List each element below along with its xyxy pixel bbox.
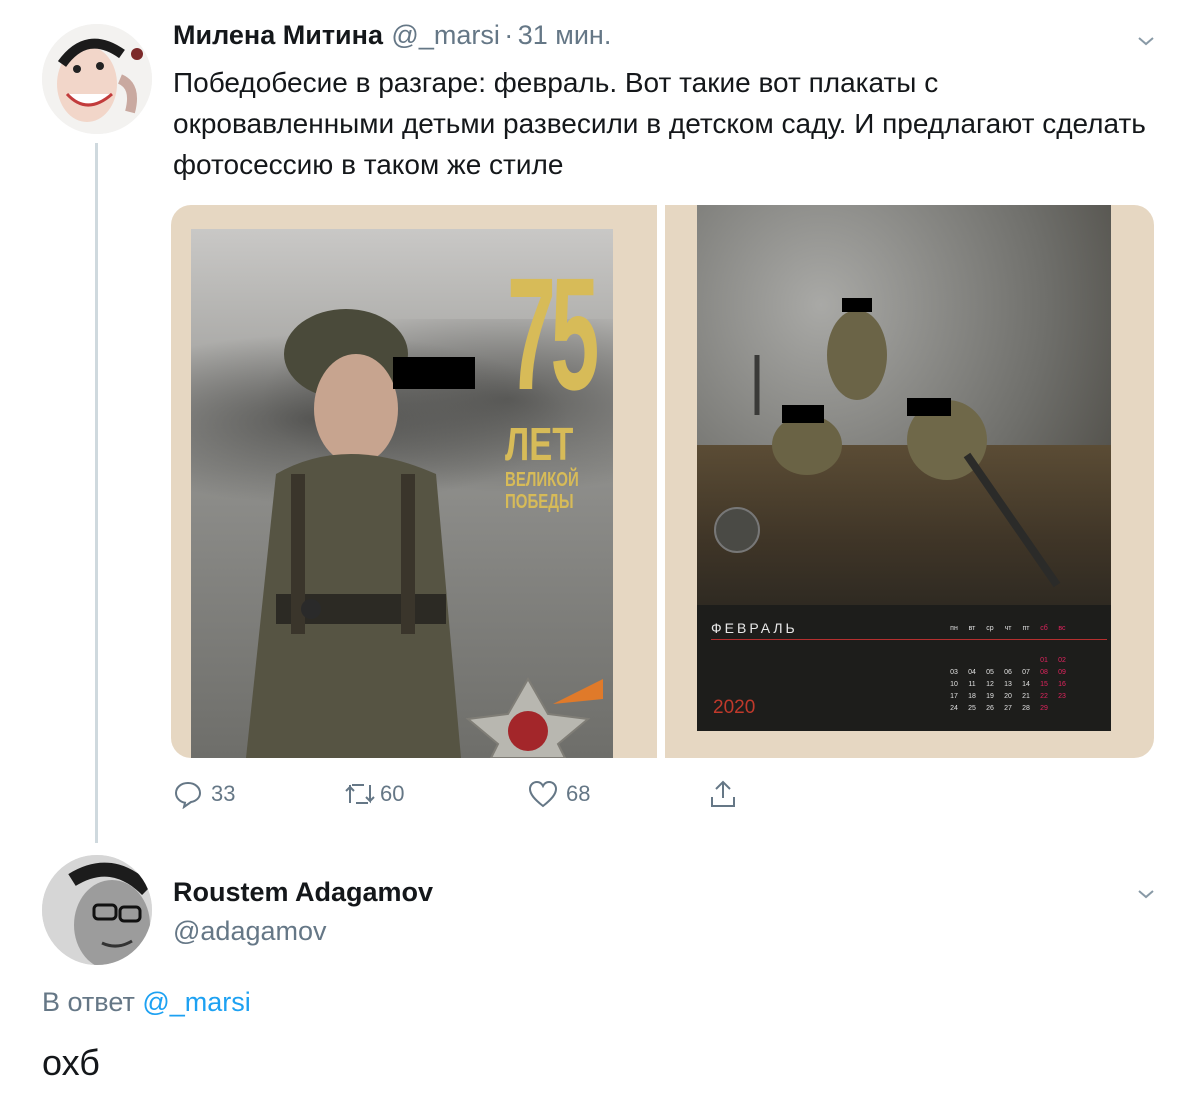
author-name[interactable]: Roustem Adagamov	[173, 877, 433, 908]
chevron-down-icon[interactable]	[1137, 885, 1155, 903]
calendar-day: 06	[1004, 669, 1012, 676]
media-left-poster: 75 ЛЕТ ВЕЛИКОЙ ПОБЕДЫ	[191, 229, 613, 758]
calendar-day: 23	[1058, 693, 1066, 700]
author-handle[interactable]: @adagamov	[173, 916, 327, 947]
share-icon	[711, 780, 735, 807]
calendar-weekday: пт	[1022, 625, 1030, 632]
calendar-week-row: 24 25 26 27 28 29	[945, 703, 1071, 715]
calendar-day: 29	[1040, 705, 1048, 712]
share-button[interactable]	[707, 776, 739, 812]
reply-context: В ответ @_marsi	[42, 987, 251, 1018]
author-name[interactable]: Милена Митина	[173, 20, 383, 50]
calendar-day: 03	[950, 669, 958, 676]
calendar-day: 17	[950, 693, 958, 700]
calendar-week-row: 17 18 19 20 21 22 23	[945, 691, 1071, 703]
thread-line	[95, 143, 98, 843]
calendar-year: 2020	[713, 697, 756, 718]
calendar-week-row: 10 11 12 13 14 15 16	[945, 679, 1071, 691]
calendar-day: 28	[1022, 705, 1030, 712]
calendar-day: 27	[1004, 705, 1012, 712]
retweet-button[interactable]: 60	[342, 776, 404, 812]
censor-bar	[907, 398, 951, 416]
like-button[interactable]: 68	[528, 776, 590, 812]
calendar-day: 04	[968, 669, 976, 676]
calendar-day: 13	[1004, 681, 1012, 688]
reply-button[interactable]: 33	[173, 776, 235, 812]
reply-icon	[174, 781, 202, 809]
calendar-day: 21	[1022, 693, 1030, 700]
censor-bar	[393, 357, 475, 389]
calendar-day: 15	[1040, 681, 1048, 688]
calendar-weekday: пн	[950, 625, 958, 632]
poster-line1: ЛЕТ	[505, 418, 574, 470]
calendar-day: 25	[968, 705, 976, 712]
author-handle[interactable]: @_marsi	[391, 20, 499, 50]
reply-count: 33	[211, 781, 236, 806]
calendar-weekdays: пн вт ср чт пт сб вс	[945, 625, 1071, 632]
poster-big-number: 75	[507, 244, 599, 423]
avatar-image	[42, 855, 152, 965]
calendar-day: 19	[986, 693, 994, 700]
calendar-day: 02	[1058, 657, 1066, 664]
separator: ·	[504, 20, 514, 50]
calendar-day: 07	[1022, 669, 1030, 676]
order-medal-icon	[465, 676, 603, 758]
avatar[interactable]	[42, 855, 152, 965]
calendar-weekday: вт	[968, 625, 976, 632]
calendar-month: ФЕВРАЛЬ	[711, 620, 798, 636]
calendar-day: 11	[968, 681, 976, 688]
retweet-count: 60	[380, 781, 405, 806]
calendar-week-row: 01 02	[945, 655, 1071, 667]
tweet-media[interactable]: 75 ЛЕТ ВЕЛИКОЙ ПОБЕДЫ ФЕВРАЛЬ 2020 пн вт…	[171, 205, 1154, 758]
calendar-day: 12	[986, 681, 994, 688]
calendar-weeks: 01 02 03 04 05 06 07 08 09 10 11 12 13 14 15 16 17 18 19 20…	[945, 655, 1071, 715]
soldiers-scene	[714, 310, 1061, 588]
poster-line3: ПОБЕДЫ	[505, 491, 574, 513]
calendar-day: 05	[986, 669, 994, 676]
calendar-weekday: ср	[986, 625, 994, 632]
calendar-weekday: чт	[1004, 625, 1012, 632]
censor-bar	[842, 298, 872, 312]
calendar-day: 09	[1058, 669, 1066, 676]
chevron-down-icon[interactable]	[1137, 32, 1155, 50]
like-count: 68	[566, 781, 591, 806]
tweet-text: Победобесие в разгаре: февраль. Вот таки…	[173, 67, 1146, 180]
avatar-image	[42, 24, 152, 134]
calendar-day: 14	[1022, 681, 1030, 688]
calendar-weekday: вс	[1058, 625, 1066, 632]
calendar-day: 18	[968, 693, 976, 700]
calendar-day: 26	[986, 705, 994, 712]
tweet-text: охб	[42, 1042, 100, 1083]
child-soldier-figure	[246, 309, 461, 758]
reply-prefix: В ответ	[42, 987, 135, 1017]
calendar-day: 10	[950, 681, 958, 688]
retweet-icon	[345, 784, 375, 804]
calendar-rule	[711, 639, 1107, 640]
calendar-day: 22	[1040, 693, 1048, 700]
reply-to-link[interactable]: @_marsi	[142, 987, 250, 1017]
calendar-day: 08	[1040, 669, 1048, 676]
media-divider	[657, 205, 665, 758]
calendar-day: 16	[1058, 681, 1066, 688]
calendar-day: 01	[1040, 657, 1048, 664]
timestamp[interactable]: 31 мин.	[518, 20, 612, 50]
calendar-day: 24	[950, 705, 958, 712]
calendar-day: 20	[1004, 693, 1012, 700]
calendar-weekday: сб	[1040, 625, 1048, 632]
tweet-header: Милена Митина @_marsi · 31 мин.	[173, 20, 611, 56]
like-icon	[528, 780, 558, 808]
avatar[interactable]	[42, 24, 152, 134]
censor-bar	[782, 405, 824, 423]
calendar-week-row: 03 04 05 06 07 08 09	[945, 667, 1071, 679]
media-right-poster: ФЕВРАЛЬ 2020 пн вт ср чт пт сб вс 01 02 03 04 05 06…	[697, 205, 1111, 731]
poster-line2: ВЕЛИКОЙ	[505, 469, 579, 491]
